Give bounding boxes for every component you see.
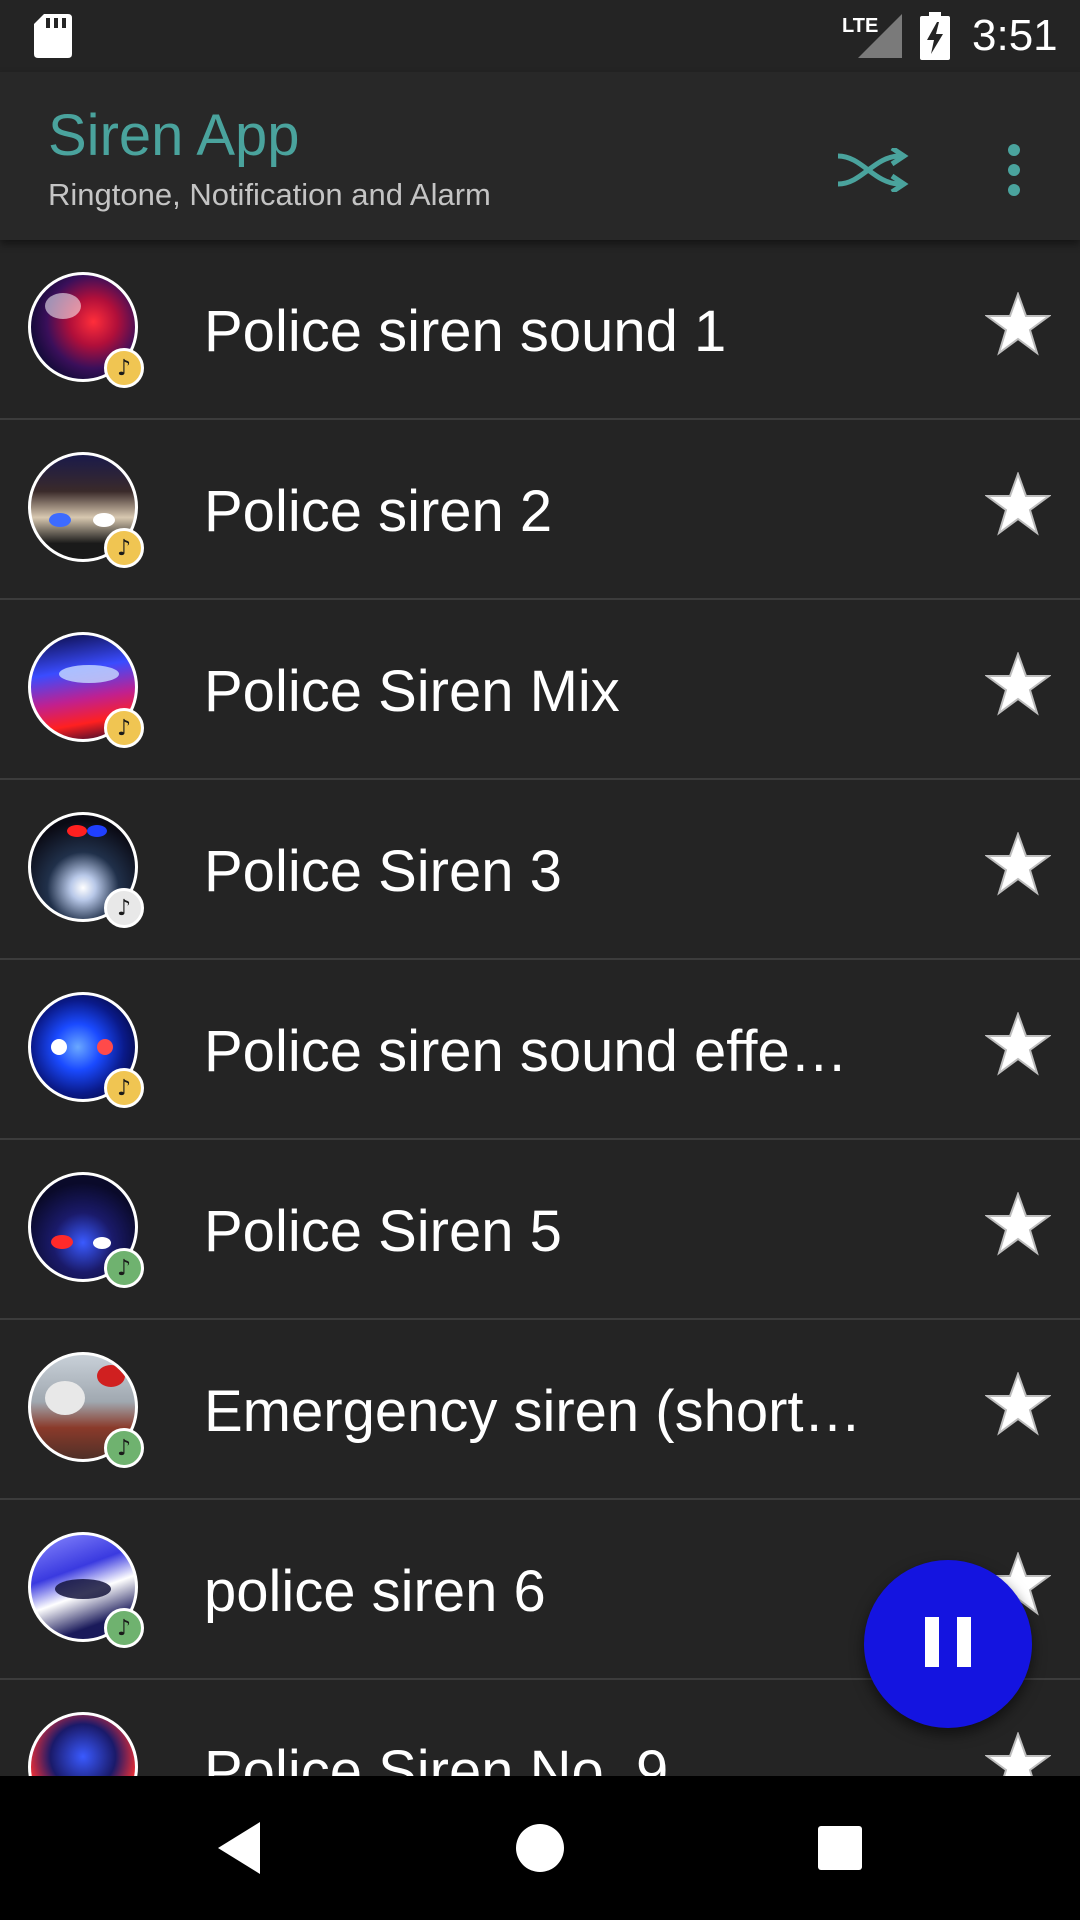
lte-signal-icon: LTE (842, 14, 902, 63)
sound-title: Police Siren 5 (204, 1199, 562, 1264)
sound-title: Police Siren Mix (204, 659, 620, 724)
list-item[interactable]: ♪ Police Siren 5 (0, 1140, 1080, 1320)
favorite-button[interactable] (976, 1364, 1060, 1448)
star-icon (983, 1730, 1053, 1776)
list-item[interactable]: ♪ Police Siren 3 (0, 780, 1080, 960)
sound-title: police siren 6 (204, 1559, 546, 1624)
status-time: 3:51 (972, 11, 1058, 60)
star-icon (983, 1370, 1053, 1441)
sound-list[interactable]: ♪ Police siren sound 1 ♪ Police siren 2 (0, 240, 1080, 1776)
star-icon (983, 470, 1053, 541)
favorite-button[interactable] (976, 644, 1060, 728)
battery-charging-icon (920, 12, 950, 65)
star-icon (983, 650, 1053, 721)
star-icon (983, 1190, 1053, 1261)
sound-thumbnail (28, 1712, 138, 1776)
list-item[interactable]: ♪ Emergency siren (short… (0, 1320, 1080, 1500)
favorite-button[interactable] (976, 464, 1060, 548)
list-item[interactable]: ♪ Police siren sound effe… (0, 960, 1080, 1140)
more-vert-icon (1006, 143, 1022, 201)
shuffle-button[interactable] (828, 124, 924, 220)
back-button[interactable] (210, 1816, 274, 1880)
back-icon (210, 1822, 274, 1884)
music-note-badge: ♪ (104, 348, 144, 388)
screen: LTE 3:51 Siren App Ringtone, Notificatio… (0, 0, 1080, 1920)
music-note-badge: ♪ (104, 1248, 144, 1288)
shuffle-icon (836, 145, 916, 197)
status-bar: LTE 3:51 (0, 0, 1080, 72)
music-note-badge: ♪ (104, 1428, 144, 1468)
music-note-badge: ♪ (104, 888, 144, 928)
home-button[interactable] (508, 1816, 572, 1880)
favorite-button[interactable] (976, 1004, 1060, 1088)
pause-button[interactable] (864, 1560, 1032, 1728)
navigation-bar (0, 1776, 1080, 1920)
sound-title: Police siren sound 1 (204, 299, 727, 364)
list-item[interactable]: ♪ Police siren sound 1 (0, 240, 1080, 420)
list-item[interactable]: ♪ Police Siren Mix (0, 600, 1080, 780)
pause-icon (925, 1616, 971, 1672)
star-icon (983, 1010, 1053, 1081)
sound-title: Police siren 2 (204, 479, 553, 544)
favorite-button[interactable] (976, 824, 1060, 908)
home-icon (508, 1824, 572, 1884)
music-note-badge: ♪ (104, 528, 144, 568)
sd-card-icon (34, 14, 72, 63)
sound-title: Emergency siren (short… (204, 1379, 862, 1444)
music-note-badge: ♪ (104, 1608, 144, 1648)
list-item[interactable]: ♪ Police siren 2 (0, 420, 1080, 600)
more-options-button[interactable] (974, 124, 1054, 220)
svg-text:LTE: LTE (842, 15, 878, 37)
favorite-button[interactable] (976, 1724, 1060, 1776)
music-note-badge: ♪ (104, 708, 144, 748)
app-subtitle: Ringtone, Notification and Alarm (48, 177, 491, 212)
sound-title: Police Siren No. 9 (204, 1739, 669, 1776)
star-icon (983, 830, 1053, 901)
recents-icon (808, 1826, 872, 1884)
app-title: Siren App (48, 103, 300, 168)
favorite-button[interactable] (976, 1184, 1060, 1268)
sound-title: Police Siren 3 (204, 839, 562, 904)
music-note-badge: ♪ (104, 1068, 144, 1108)
sound-title: Police siren sound effe… (204, 1019, 848, 1084)
app-bar: Siren App Ringtone, Notification and Ala… (0, 72, 1080, 240)
star-icon (983, 290, 1053, 361)
recents-button[interactable] (808, 1816, 872, 1880)
favorite-button[interactable] (976, 284, 1060, 368)
